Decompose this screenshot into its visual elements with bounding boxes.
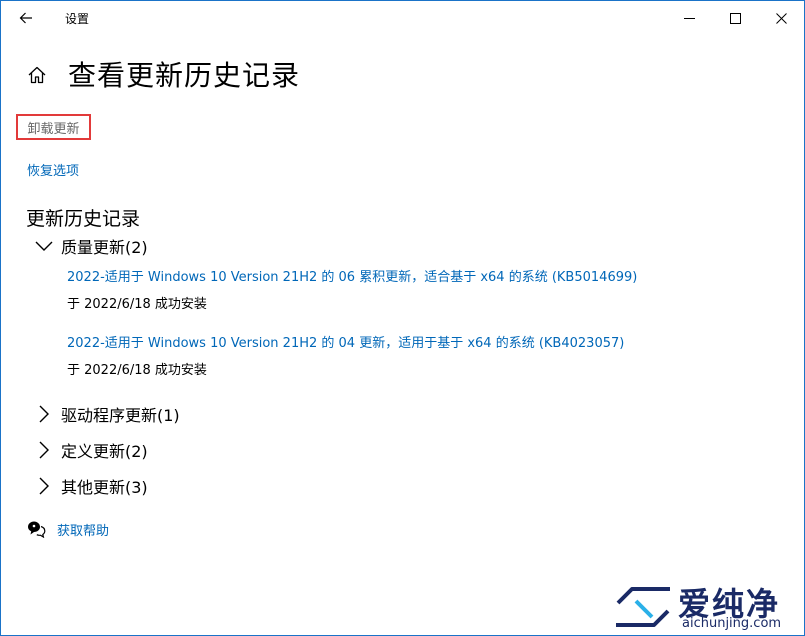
update-link-kb5014699[interactable]: 2022-适用于 Windows 10 Version 21H2 的 06 累积…	[67, 266, 637, 285]
group-definition-updates[interactable]: 定义更新(2)	[33, 438, 148, 462]
maximize-button[interactable]	[712, 1, 758, 35]
back-arrow-icon	[19, 12, 32, 24]
uninstall-highlight-box: 卸载更新	[16, 114, 91, 140]
chevron-right-icon	[33, 403, 55, 425]
home-icon	[28, 66, 46, 84]
chevron-down-icon	[33, 235, 55, 257]
watermark-url: aichunjing.com	[682, 616, 782, 631]
maximize-icon	[729, 12, 741, 24]
get-help-link: 获取帮助	[57, 523, 110, 539]
chevron-right-icon	[33, 439, 55, 461]
watermark-logo: 爱纯净 aichunjing.com	[608, 579, 804, 635]
update-status: 于 2022/6/18 成功安装	[67, 363, 207, 378]
minimize-icon	[683, 17, 695, 19]
title-bar: 设置	[1, 1, 804, 35]
group-driver-updates[interactable]: 驱动程序更新(1)	[33, 402, 180, 426]
chevron-right-icon	[33, 475, 55, 497]
uninstall-updates-link[interactable]: 卸载更新	[27, 118, 79, 137]
update-status: 于 2022/6/18 成功安装	[67, 297, 207, 312]
home-button[interactable]	[25, 63, 49, 87]
watermark-mark-icon	[616, 587, 670, 627]
page-title: 查看更新历史记录	[68, 59, 301, 92]
group-label: 其他更新(3)	[61, 478, 148, 497]
help-chat-icon	[25, 518, 47, 540]
close-icon	[775, 12, 787, 24]
group-label: 驱动程序更新(1)	[61, 406, 180, 425]
settings-window: 设置 查看更新历史记录 卸载更新 恢复选项 更新历史记录 质量更新(2) 202…	[0, 0, 805, 636]
group-other-updates[interactable]: 其他更新(3)	[33, 474, 148, 498]
minimize-button[interactable]	[666, 1, 712, 35]
app-title: 设置	[65, 12, 90, 26]
group-label: 定义更新(2)	[61, 442, 148, 461]
get-help-row[interactable]: 获取帮助	[25, 518, 109, 540]
group-label: 质量更新(2)	[61, 238, 148, 257]
back-button[interactable]	[13, 5, 39, 31]
update-link-kb4023057[interactable]: 2022-适用于 Windows 10 Version 21H2 的 04 更新…	[67, 332, 624, 351]
group-quality-updates[interactable]: 质量更新(2)	[33, 234, 148, 258]
close-button[interactable]	[758, 1, 804, 35]
update-history-heading: 更新历史记录	[26, 208, 141, 230]
recovery-options-link[interactable]: 恢复选项	[27, 160, 79, 179]
